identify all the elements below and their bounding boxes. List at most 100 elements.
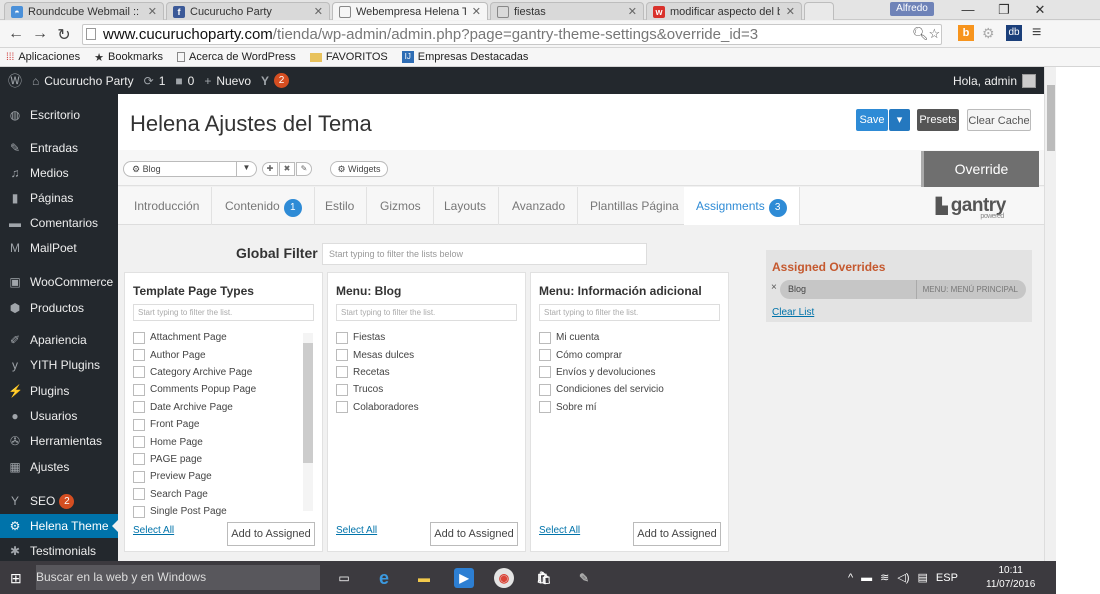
bookmark-empresas[interactable]: IJ Empresas Destacadas xyxy=(401,51,528,63)
override-select[interactable]: ⚙ Blog ▼ xyxy=(123,161,257,177)
checkbox[interactable] xyxy=(133,401,145,414)
sidebar-item-apariencia[interactable]: ✐ Apariencia xyxy=(0,328,118,352)
close-icon[interactable]: ✕ xyxy=(314,5,323,18)
checkbox[interactable] xyxy=(539,331,551,344)
tab-plantillas-pagina[interactable]: Plantillas Página xyxy=(578,187,692,225)
list-item[interactable]: Mi cuenta xyxy=(539,329,664,346)
taskbar-clock[interactable]: 10:11 11/07/2016 xyxy=(986,564,1035,592)
list-item[interactable]: PAGE page xyxy=(133,451,256,468)
sidebar-item-herramientas[interactable]: ✇ Herramientas xyxy=(0,429,118,453)
select-all-link[interactable]: Select All xyxy=(539,525,580,536)
scrollbar-thumb[interactable] xyxy=(1047,85,1055,151)
notification-icon[interactable]: ▤ xyxy=(918,571,928,584)
extension-icon[interactable]: b xyxy=(958,25,974,41)
checkbox[interactable] xyxy=(133,436,145,449)
back-icon[interactable]: ← xyxy=(6,25,26,43)
sidebar-item-seo[interactable]: Y SEO 2 xyxy=(0,489,118,513)
tab-avanzado[interactable]: Avanzado xyxy=(500,187,579,225)
list-item[interactable]: Comments Popup Page xyxy=(133,381,256,398)
list-scrollbar[interactable] xyxy=(303,333,313,511)
edit-override-icon[interactable]: ✎ xyxy=(296,162,312,176)
address-input[interactable]: www.cucuruchoparty.com/tienda/wp-admin/a… xyxy=(82,24,942,45)
checkbox[interactable] xyxy=(133,331,145,344)
browser-tab-modificar[interactable]: w modificar aspecto del blo ✕ xyxy=(646,2,802,20)
list-item[interactable]: Recetas xyxy=(336,364,419,381)
presets-button[interactable]: Presets xyxy=(917,109,959,131)
list-item[interactable]: Envíos y devoluciones xyxy=(539,364,664,381)
list-item[interactable]: Search Page xyxy=(133,486,256,503)
bookmark-favoritos[interactable]: FAVORITOS xyxy=(309,51,388,63)
checkbox[interactable] xyxy=(133,470,145,483)
sidebar-item-mailpoet[interactable]: M MailPoet xyxy=(0,236,118,260)
list-item[interactable]: Colaboradores xyxy=(336,399,419,416)
global-filter-input[interactable]: Start typing to filter the lists below xyxy=(322,243,647,265)
close-icon[interactable]: ✕ xyxy=(786,5,795,18)
taskbar-search-input[interactable]: Buscar en la web y en Windows xyxy=(36,565,320,590)
panel-filter-input[interactable]: Start typing to filter the list. xyxy=(336,304,517,321)
tab-contenido[interactable]: Contenido 1 xyxy=(213,187,315,225)
list-item[interactable]: Sobre mí xyxy=(539,399,664,416)
sidebar-item-helena-theme[interactable]: ⚙ Helena Theme xyxy=(0,514,118,538)
add-to-assigned-button[interactable]: Add to Assigned xyxy=(227,522,315,546)
zoom-icon[interactable]: 🔍︎☆ xyxy=(912,26,940,42)
chrome-icon[interactable]: ◉ xyxy=(494,568,514,588)
wordpress-icon[interactable]: Ⓦ xyxy=(8,71,22,91)
list-item[interactable]: Date Archive Page xyxy=(133,399,256,416)
bookmark-bookmarks[interactable]: ★ Bookmarks xyxy=(94,51,163,64)
checkbox[interactable] xyxy=(133,418,145,431)
wifi-icon[interactable]: ≋ xyxy=(880,571,889,584)
list-item[interactable]: Home Page xyxy=(133,433,256,450)
list-item[interactable]: Cómo comprar xyxy=(539,346,664,363)
bookmark-wordpress[interactable]: Acerca de WordPress xyxy=(177,51,296,63)
sidebar-item-entradas[interactable]: ✎ Entradas xyxy=(0,136,118,160)
scrollbar-thumb[interactable] xyxy=(303,343,313,463)
list-item[interactable]: Fiestas xyxy=(336,329,419,346)
checkbox[interactable] xyxy=(133,383,145,396)
checkbox[interactable] xyxy=(133,505,145,518)
adminbar-seo[interactable]: Y2 xyxy=(261,73,290,88)
checkbox[interactable] xyxy=(336,349,348,362)
remove-icon[interactable]: × xyxy=(771,282,777,293)
list-item[interactable]: Front Page xyxy=(133,416,256,433)
page-scrollbar[interactable] xyxy=(1044,67,1056,561)
checkbox[interactable] xyxy=(539,349,551,362)
sidebar-item-escritorio[interactable]: ◍ Escritorio xyxy=(0,103,118,127)
tab-gizmos[interactable]: Gizmos xyxy=(368,187,434,225)
browser-tab-facebook[interactable]: f Cucurucho Party ✕ xyxy=(166,2,330,20)
media-player-icon[interactable]: ▶ xyxy=(454,568,474,588)
checkbox[interactable] xyxy=(336,366,348,379)
list-item[interactable]: Attachment Page xyxy=(133,329,256,346)
browser-tab-webempresa[interactable]: Webempresa Helena The✕ xyxy=(332,2,488,20)
panel-filter-input[interactable]: Start typing to filter the list. xyxy=(133,304,314,321)
browser-user-badge[interactable]: Alfredo xyxy=(890,2,934,16)
checkbox[interactable] xyxy=(133,488,145,501)
clear-list-link[interactable]: Clear List xyxy=(772,307,814,318)
checkbox[interactable] xyxy=(336,383,348,396)
tab-assignments[interactable]: Assignments 3 xyxy=(684,187,800,225)
sidebar-item-plugins[interactable]: ⚡ Plugins xyxy=(0,379,118,403)
adminbar-new[interactable]: + Nuevo xyxy=(204,74,251,88)
list-item[interactable]: Category Archive Page xyxy=(133,364,256,381)
restore-icon[interactable]: ❐ xyxy=(986,0,1022,20)
forward-icon[interactable]: → xyxy=(30,25,50,43)
checkbox[interactable] xyxy=(539,366,551,379)
extension-db-icon[interactable]: db xyxy=(1006,25,1022,41)
close-icon[interactable]: ✕ xyxy=(472,5,481,18)
add-to-assigned-button[interactable]: Add to Assigned xyxy=(633,522,721,546)
bookmark-apps[interactable]: ⁞⁞⁞ Aplicaciones xyxy=(6,51,80,63)
checkbox[interactable] xyxy=(539,383,551,396)
sidebar-item-medios[interactable]: ♫ Medios xyxy=(0,161,118,185)
sidebar-item-comentarios[interactable]: ▬ Comentarios xyxy=(0,211,118,235)
list-item[interactable]: Preview Page xyxy=(133,468,256,485)
adminbar-updates[interactable]: ⟳ 1 xyxy=(144,74,166,88)
panel-filter-input[interactable]: Start typing to filter the list. xyxy=(539,304,720,321)
tab-estilo[interactable]: Estilo xyxy=(313,187,368,225)
volume-icon[interactable]: ◁) xyxy=(897,571,909,584)
close-window-icon[interactable]: ✕ xyxy=(1022,0,1058,20)
list-item[interactable]: Mesas dulces xyxy=(336,346,419,363)
task-view-icon[interactable]: ▭ xyxy=(334,568,354,588)
chevron-up-icon[interactable]: ^ xyxy=(848,572,853,584)
save-dropdown-button[interactable]: ▾ xyxy=(889,109,910,131)
checkbox[interactable] xyxy=(336,331,348,344)
list-item[interactable]: Author Page xyxy=(133,346,256,363)
